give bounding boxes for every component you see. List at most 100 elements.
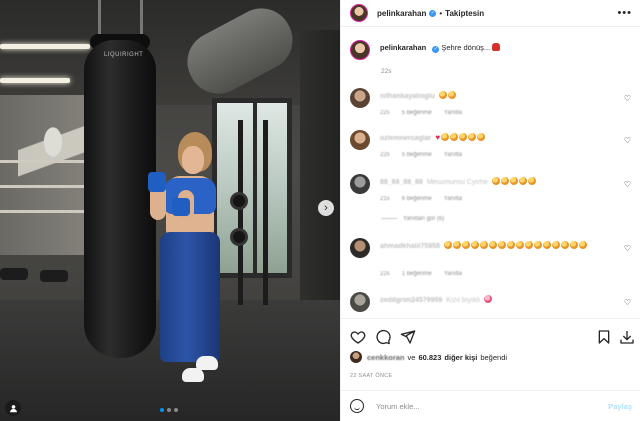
caption-time: 22s [381,68,392,75]
person-icon [9,404,17,412]
emoji-icon [500,177,509,185]
comment-body: nilhankayalioglu [380,91,614,102]
emoji-icon [443,241,452,249]
comment-likes[interactable]: 5 beğenme [402,152,432,158]
comment-item: 88_88_88_88 Mesumunsu Cyrrhe 21s 6 beğenm… [350,174,632,210]
emoji-icon [441,133,450,141]
reply-button[interactable]: Yanıtla [444,196,462,202]
comments-list[interactable]: pelinkarahan ✓ Şehre dönüş... 22s nilhank… [341,28,640,318]
emoji-icon [438,91,447,99]
emoji-icon [527,177,536,185]
like-comment-heart-icon[interactable]: ♡ [624,136,631,145]
next-photo-button[interactable]: › [318,200,334,216]
comment-item: ahmadkhalil75958 22s 1 beğenme Yanıtla ♡ [350,238,632,286]
red-heart-icon: ♥ [435,133,441,142]
author-username[interactable]: pelinkarahan [377,9,426,18]
comment-username[interactable]: nilhankayalioglu [380,93,435,100]
emoji-icon [542,241,551,249]
comment-item: ozlemnercaglar ♥ 22s 5 beğenme Yanıtla ♡ [350,130,632,166]
avatar[interactable] [350,292,370,312]
view-replies-button[interactable]: Yanıtları gör (6) [381,216,444,222]
like-comment-heart-icon[interactable]: ♡ [624,94,631,103]
emoji-icon [477,133,486,141]
emoji-picker-icon[interactable] [350,399,364,413]
comment-time: 22s [380,152,390,158]
caption-text: Şehre dönüş... [441,43,491,52]
more-options-icon[interactable]: ••• [617,7,632,19]
likes-suffix: beğendi [480,352,508,362]
punching-bag [84,40,156,358]
following-button[interactable]: Takiptesin [445,9,484,18]
comment-username[interactable]: ozlemnercaglar [380,135,431,142]
emoji-icon [560,241,569,249]
reply-button[interactable]: Yanıtla [444,271,462,277]
comment-likes[interactable]: 5 beğenme [402,110,432,116]
post-comment-button[interactable]: Paylaş [608,402,632,411]
post-timestamp[interactable]: 22 SAAT ÖNCE [350,373,393,379]
emoji-icon [447,91,456,99]
reply-button[interactable]: Yanıtla [444,110,462,116]
ceiling-light [0,78,70,83]
share-send-icon[interactable] [400,329,416,345]
post-caption: pelinkarahan ✓ Şehre dönüş... [350,40,501,60]
comment-item: nilhankayalioglu 22s 5 beğenme Yanıtla ♡ [350,88,632,124]
tagged-users-button[interactable] [5,400,21,416]
emoji-icon [551,241,560,249]
emoji-icon [578,241,587,249]
emoji-icon [515,241,524,249]
caption-text-block: pelinkarahan ✓ Şehre dönüş... [380,43,501,60]
emoji-icon [450,133,459,141]
avatar[interactable] [350,130,370,150]
comment-time: 21s [380,196,390,202]
post-header: pelinkarahan ✓ • Takiptesin ••• [341,0,640,27]
like-heart-icon[interactable] [350,329,366,345]
like-comment-heart-icon[interactable]: ♡ [624,244,631,253]
carousel-dot [160,408,164,412]
comment-likes[interactable]: 6 beğenme [402,196,432,202]
avatar[interactable] [350,40,370,60]
comment-input[interactable] [376,401,586,411]
comment-username[interactable]: 88_88_88_88 [380,179,423,186]
comment-username[interactable]: zeddgrim24579959 [380,297,442,304]
emoji-icon [484,295,493,303]
comment-time: 22s [380,271,390,277]
ceiling-light [0,44,90,49]
comment-likes[interactable]: 1 beğenme [402,271,432,277]
comment-bubble-icon[interactable] [375,329,391,345]
emoji-icon [497,241,506,249]
reply-button[interactable]: Yanıtla [444,152,462,158]
like-comment-heart-icon[interactable]: ♡ [624,298,631,307]
likes-summary: cenkkoran ve 60.823 diğer kişi beğendi [350,351,507,363]
weight-plate [230,192,248,210]
likes-others[interactable]: diğer kişi [444,353,477,362]
avatar[interactable] [350,238,370,258]
comment-body: zeddgrim24579959 Kızıl bıyıklı [380,295,614,306]
post-photo[interactable]: LIQUIRIGHT › [0,0,340,421]
verified-badge-icon: ✓ [432,46,440,53]
emoji-icon [459,133,468,141]
save-bookmark-icon[interactable] [596,329,612,345]
like-comment-heart-icon[interactable]: ♡ [624,180,631,189]
avatar[interactable] [350,88,370,108]
download-icon[interactable] [619,329,635,345]
emoji-icon [506,241,515,249]
emoji-icon [518,177,527,185]
header-separator: • [439,8,443,18]
comment-username[interactable]: ahmadkhalil75958 [380,243,440,250]
emoji-icon [488,241,497,249]
caption-username[interactable]: pelinkarahan [380,43,426,52]
carousel-dot [167,408,171,412]
bag-logo: LIQUIRIGHT [104,52,144,58]
bag-chain [98,0,101,38]
comment-meta: 22s 5 beğenme Yanıtla [380,152,462,158]
bag-chain [140,0,143,38]
avatar[interactable] [350,351,362,363]
avatar[interactable] [350,4,368,22]
person-face [182,146,204,174]
verified-badge-icon: ✓ [429,9,437,17]
likes-count[interactable]: 60.823 [418,353,441,362]
boxing-glove-icon [492,43,501,51]
liker-username[interactable]: cenkkoran [367,353,405,362]
comment-item: zeddgrim24579959 Kızıl bıyıklı ♡ [350,292,632,318]
avatar[interactable] [350,174,370,194]
